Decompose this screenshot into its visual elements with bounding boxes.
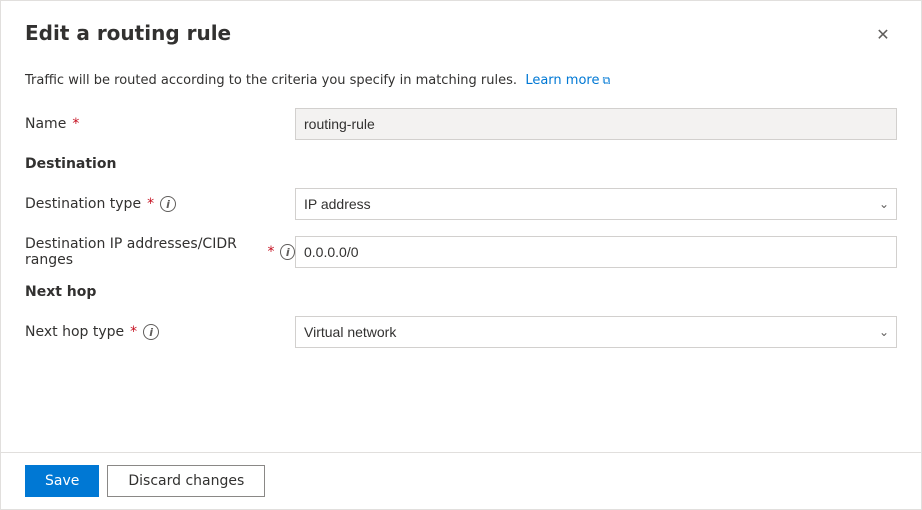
name-field-wrapper <box>295 108 897 140</box>
external-link-icon: ⧉ <box>602 74 610 88</box>
next-hop-type-info-icon[interactable]: i <box>143 324 159 340</box>
destination-type-row: Destination type * i IP address Service … <box>25 188 897 220</box>
destination-type-info-icon[interactable]: i <box>160 196 176 212</box>
destination-ip-required-star: * <box>267 244 274 260</box>
next-hop-type-row: Next hop type * i Virtual network Intern… <box>25 316 897 348</box>
discard-button[interactable]: Discard changes <box>107 465 265 497</box>
info-text: Traffic will be routed according to the … <box>25 73 897 88</box>
dialog-header: Edit a routing rule ✕ <box>1 1 921 65</box>
name-label: Name * <box>25 116 295 132</box>
next-hop-type-select[interactable]: Virtual network Internet None Virtual ap… <box>295 316 897 348</box>
name-input[interactable] <box>295 108 897 140</box>
next-hop-type-label: Next hop type * i <box>25 324 295 340</box>
destination-type-field-wrapper: IP address Service Tag Virtual network ⌄ <box>295 188 897 220</box>
destination-ip-label: Destination IP addresses/CIDR ranges * i <box>25 236 295 268</box>
destination-ip-row: Destination IP addresses/CIDR ranges * i <box>25 236 897 268</box>
destination-type-select-wrapper: IP address Service Tag Virtual network ⌄ <box>295 188 897 220</box>
destination-ip-field-wrapper <box>295 236 897 268</box>
destination-ip-input[interactable] <box>295 236 897 268</box>
save-button[interactable]: Save <box>25 465 99 497</box>
dialog-body: Traffic will be routed according to the … <box>1 65 921 452</box>
destination-type-label: Destination type * i <box>25 196 295 212</box>
close-button[interactable]: ✕ <box>869 21 897 49</box>
destination-section-title: Destination <box>25 156 897 172</box>
dialog-title: Edit a routing rule <box>25 21 231 45</box>
close-icon: ✕ <box>876 25 889 45</box>
destination-type-required-star: * <box>147 196 154 212</box>
next-hop-type-select-wrapper: Virtual network Internet None Virtual ap… <box>295 316 897 348</box>
name-required-star: * <box>72 116 79 132</box>
next-hop-type-field-wrapper: Virtual network Internet None Virtual ap… <box>295 316 897 348</box>
name-row: Name * <box>25 108 897 140</box>
learn-more-link[interactable]: Learn more ⧉ <box>525 73 610 88</box>
next-hop-section-title: Next hop <box>25 284 897 300</box>
dialog-footer: Save Discard changes <box>1 452 921 509</box>
edit-routing-rule-dialog: Edit a routing rule ✕ Traffic will be ro… <box>0 0 922 510</box>
destination-type-select[interactable]: IP address Service Tag Virtual network <box>295 188 897 220</box>
destination-ip-info-icon[interactable]: i <box>280 244 295 260</box>
next-hop-type-required-star: * <box>130 324 137 340</box>
